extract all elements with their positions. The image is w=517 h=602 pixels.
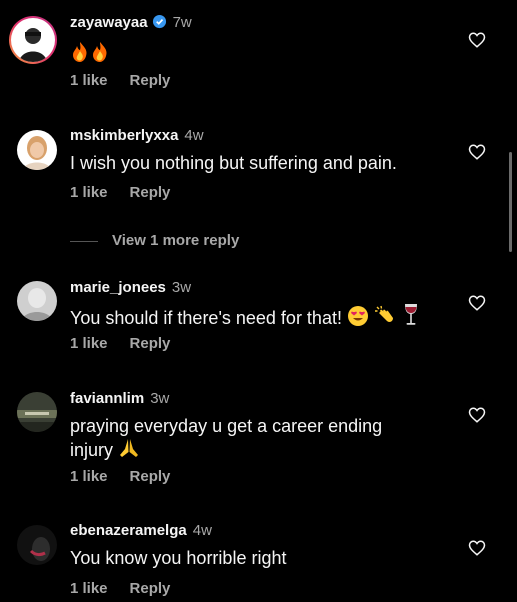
fire-emoji-icon	[93, 42, 107, 62]
reply-button[interactable]: Reply	[130, 72, 171, 89]
likes-count[interactable]: 1 like	[70, 72, 108, 89]
avatar[interactable]	[9, 16, 57, 64]
heart-icon[interactable]	[468, 539, 486, 557]
comment-text: You should if there's need for that!	[70, 303, 440, 329]
fire-emoji-icon	[73, 42, 87, 62]
comment-time: 7w	[172, 14, 192, 31]
likes-count[interactable]: 1 like	[70, 184, 108, 201]
verified-badge-icon	[152, 14, 166, 29]
comment-username[interactable]: ebenazeramelga 4w	[70, 522, 212, 539]
avatar[interactable]	[17, 281, 57, 321]
heart-eyes-emoji-icon	[347, 306, 368, 326]
comment-actions: 1 like Reply	[70, 335, 170, 352]
comment-time: 4w	[184, 127, 204, 144]
comment-text: I wish you nothing but suffering and pai…	[70, 153, 397, 173]
reply-button[interactable]: Reply	[130, 580, 171, 597]
comment-text	[70, 41, 440, 65]
reply-button[interactable]: Reply	[130, 468, 171, 485]
avatar[interactable]	[17, 525, 57, 565]
avatar[interactable]	[17, 130, 57, 170]
comment-time: 3w	[150, 390, 170, 407]
likes-count[interactable]: 1 like	[70, 335, 108, 352]
likes-count[interactable]: 1 like	[70, 468, 108, 485]
comment-username[interactable]: zayawayaa 7w	[70, 14, 192, 31]
likes-count[interactable]: 1 like	[70, 580, 108, 597]
comment-username[interactable]: mskimberlyxxa 4w	[70, 127, 204, 144]
comment-actions: 1 like Reply	[70, 184, 170, 201]
heart-icon[interactable]	[468, 143, 486, 161]
comment-username[interactable]: faviannlim 3w	[70, 390, 169, 407]
comment-time: 4w	[192, 522, 212, 539]
scrollbar[interactable]	[509, 152, 512, 252]
reply-button[interactable]: Reply	[130, 184, 171, 201]
view-more-replies-button[interactable]: View 1 more reply	[70, 232, 239, 249]
comment-actions: 1 like Reply	[70, 580, 170, 597]
avatar[interactable]	[17, 392, 57, 432]
divider	[70, 240, 98, 242]
clapping-hands-emoji-icon	[375, 305, 393, 322]
comment-actions: 1 like Reply	[70, 72, 170, 89]
heart-icon[interactable]	[468, 31, 486, 49]
heart-icon[interactable]	[468, 406, 486, 424]
comment-text: praying everyday u get a career ending i…	[70, 416, 383, 460]
reply-button[interactable]: Reply	[130, 335, 171, 352]
comment-username[interactable]: marie_jonees 3w	[70, 279, 191, 296]
comment-time: 3w	[171, 279, 192, 296]
comment-actions: 1 like Reply	[70, 468, 170, 485]
wine-glass-emoji-icon	[405, 304, 418, 325]
view-more-label: View 1 more reply	[112, 232, 240, 249]
heart-icon[interactable]	[468, 294, 486, 312]
folded-hands-emoji-icon	[120, 439, 139, 457]
comment-text: You know you horrible right	[70, 548, 287, 568]
